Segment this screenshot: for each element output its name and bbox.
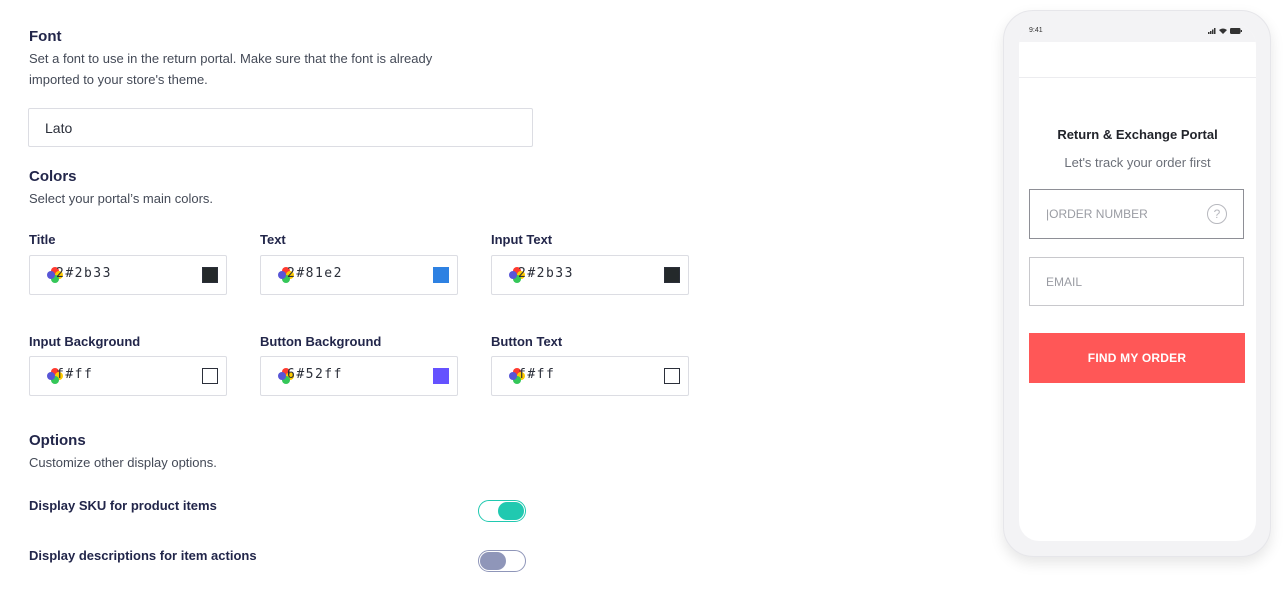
input-background-color-swatch[interactable]	[202, 368, 218, 384]
font-section-title: Font	[29, 28, 62, 45]
colors-description: Select your portal’s main colors.	[29, 191, 214, 206]
display-descriptions-label: Display descriptions for item actions	[29, 548, 257, 563]
status-bar: 9:41	[1019, 25, 1256, 42]
status-time: 9:41	[1029, 27, 1043, 34]
button-text-color-swatch[interactable]	[664, 368, 680, 384]
input-text-color-value: 2#2b33	[518, 266, 574, 281]
email-input[interactable]: EMAIL	[1029, 257, 1244, 306]
font-input[interactable]: Lato	[28, 108, 533, 147]
order-number-placeholder: |ORDER NUMBER	[1046, 207, 1148, 221]
portal-subtitle: Let's track your order first	[1064, 155, 1211, 170]
question-icon[interactable]: ?	[1207, 204, 1227, 224]
display-descriptions-toggle[interactable]	[478, 550, 526, 572]
signal-icon	[1208, 28, 1216, 34]
phone-preview: 9:41 Return & Exchange Portal Let's trac…	[1003, 10, 1271, 557]
input-text-color-input[interactable]: 2#2b33	[491, 255, 689, 295]
text-color-swatch[interactable]	[433, 267, 449, 283]
title-color-swatch[interactable]	[202, 267, 218, 283]
email-placeholder: EMAIL	[1046, 274, 1083, 289]
input-background-color-input[interactable]: f#ff	[29, 356, 227, 396]
input-text-color-label: Input Text	[491, 232, 553, 247]
title-color-value: 2#2b33	[56, 266, 112, 281]
toggle-knob	[498, 502, 524, 520]
font-description-line2: imported to your store's theme.	[29, 72, 208, 87]
button-text-color-label: Button Text	[491, 334, 563, 349]
input-background-color-label: Input Background	[29, 334, 141, 349]
colors-section-title: Colors	[29, 168, 77, 185]
wifi-icon	[1219, 28, 1227, 34]
order-number-input[interactable]: |ORDER NUMBER ?	[1029, 189, 1244, 239]
find-my-order-button[interactable]: FIND MY ORDER	[1029, 333, 1245, 383]
button-background-color-swatch[interactable]	[433, 368, 449, 384]
text-color-input[interactable]: 2#81e2	[260, 255, 458, 295]
button-background-color-input[interactable]: 6#52ff	[260, 356, 458, 396]
display-sku-label: Display SKU for product items	[29, 498, 217, 513]
phone-screen: 9:41 Return & Exchange Portal Let's trac…	[1019, 25, 1256, 541]
toggle-knob	[480, 552, 506, 570]
input-text-color-swatch[interactable]	[664, 267, 680, 283]
button-text-color-value: f#ff	[518, 367, 556, 382]
title-color-input[interactable]: 2#2b33	[29, 255, 227, 295]
status-icons	[1208, 28, 1242, 34]
text-color-value: 2#81e2	[287, 266, 343, 281]
font-description-line1: Set a font to use in the return portal. …	[29, 51, 433, 66]
battery-icon	[1230, 28, 1242, 34]
display-sku-toggle[interactable]	[478, 500, 526, 522]
title-color-label: Title	[29, 232, 56, 247]
button-background-color-value: 6#52ff	[287, 367, 343, 382]
input-background-color-value: f#ff	[56, 367, 94, 382]
options-description: Customize other display options.	[29, 455, 217, 470]
options-section-title: Options	[29, 432, 86, 449]
button-background-color-label: Button Background	[260, 334, 382, 349]
button-text-color-input[interactable]: f#ff	[491, 356, 689, 396]
app-header	[1019, 42, 1256, 78]
text-color-label: Text	[260, 232, 286, 247]
portal-title: Return & Exchange Portal	[1057, 127, 1218, 142]
